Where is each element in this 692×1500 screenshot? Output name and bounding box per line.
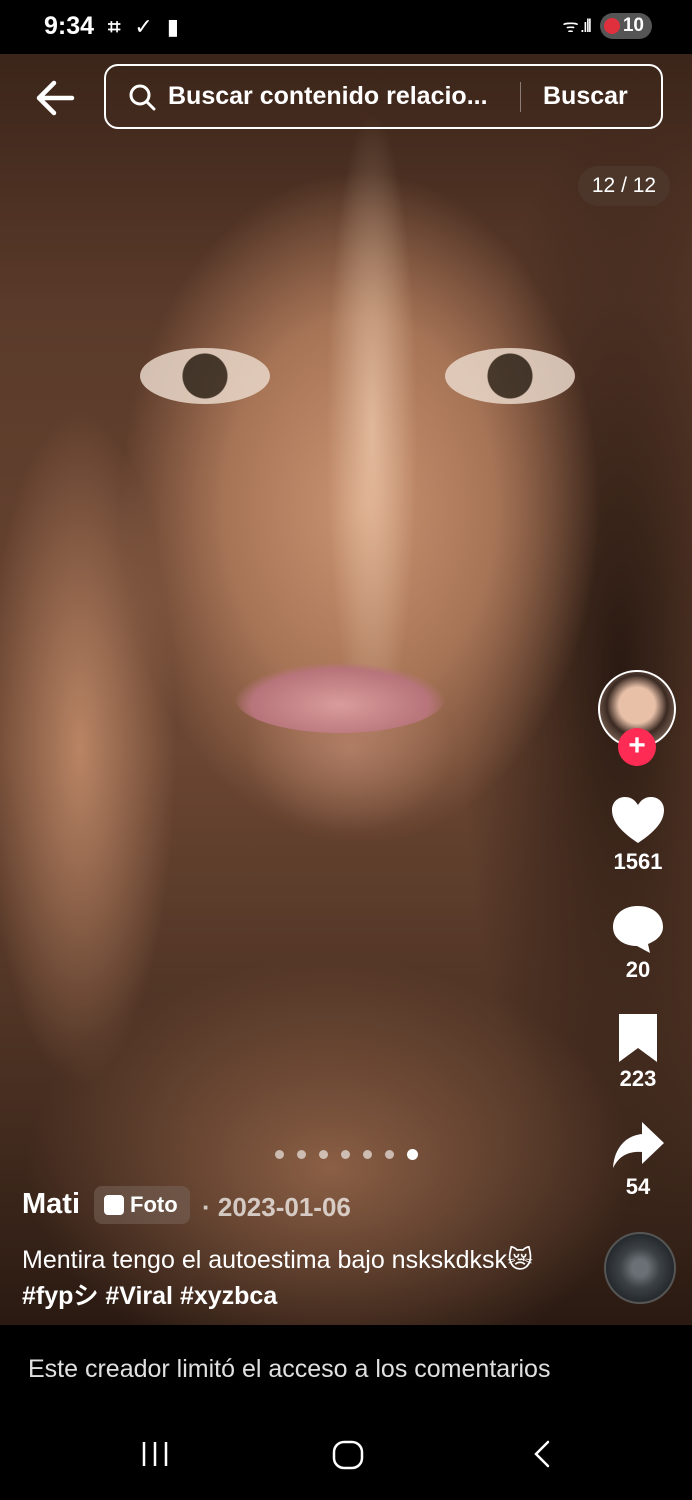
author-name[interactable]: Mati: [22, 1188, 80, 1221]
share-button[interactable]: 54: [600, 1120, 676, 1200]
caption-text: Mentira tengo el autoestima bajo nskskdk…: [22, 1246, 534, 1274]
caption-hashtags[interactable]: #fypシ #Viral #xyzbca: [22, 1282, 277, 1310]
wifi-signal-icon: ᯤ .ıll: [562, 16, 591, 36]
photo-detail: [235, 663, 445, 733]
share-count: 54: [625, 1174, 651, 1199]
carousel-dot: [341, 1150, 350, 1159]
photo-type-label: Foto: [130, 1192, 178, 1217]
heart-icon: [612, 797, 664, 843]
post-photo[interactable]: [0, 48, 692, 1325]
carousel-dot: [319, 1150, 328, 1159]
photo-type-badge: Foto: [94, 1186, 190, 1224]
save-button[interactable]: 223: [600, 1012, 676, 1092]
carousel-dot: [407, 1149, 418, 1160]
search-icon: [129, 84, 156, 110]
status-system-icons: ᯤ .ıll 10: [562, 13, 652, 39]
share-icon: [613, 1122, 664, 1168]
post-caption[interactable]: Mentira tengo el autoestima bajo nskskdk…: [22, 1242, 582, 1314]
post-date: · 2023-01-06: [202, 1192, 351, 1222]
status-bar: 9:34 ⌗ ✓ ▮ ᯤ .ıll 10: [0, 0, 692, 54]
photo-detail: [140, 348, 270, 404]
carousel-indicator: [275, 1149, 418, 1160]
photo-detail: [445, 348, 575, 404]
battery-saver-icon: [603, 18, 620, 34]
photo-counter: 12 / 12: [578, 166, 670, 206]
home-icon[interactable]: [332, 1439, 364, 1471]
follow-button[interactable]: +: [618, 728, 656, 766]
status-notification-icons: ⌗ ✓ ▮: [108, 14, 179, 40]
carousel-dot: [385, 1150, 394, 1159]
sound-disc[interactable]: [604, 1232, 676, 1304]
like-count: 1561: [613, 849, 663, 874]
recents-icon[interactable]: [140, 1439, 170, 1469]
back-nav-icon[interactable]: [530, 1439, 554, 1469]
screenshot-icon: ⌗: [108, 14, 121, 39]
status-time: 9:34: [44, 12, 95, 40]
carousel-dot: [275, 1150, 284, 1159]
check-icon: ✓: [134, 14, 153, 39]
carousel-dot: [297, 1150, 306, 1159]
comments-restricted-notice: Este creador limitó el acceso a los come…: [28, 1355, 551, 1383]
photo-mode-icon: [104, 1195, 124, 1215]
back-arrow-icon[interactable]: [34, 78, 78, 118]
bookmark-icon: [619, 1014, 657, 1062]
battery-level: 10: [622, 15, 644, 36]
like-button[interactable]: 1561: [600, 795, 676, 875]
search-bar[interactable]: Buscar contenido relacio... Buscar: [104, 64, 663, 129]
comment-button[interactable]: 20: [600, 903, 676, 983]
search-divider: [520, 81, 521, 112]
save-count: 223: [619, 1066, 657, 1091]
system-nav-bar: [0, 1411, 692, 1500]
search-input[interactable]: Buscar contenido relacio...: [168, 82, 508, 111]
comment-count: 20: [625, 957, 651, 982]
alert-icon: ▮: [166, 14, 179, 39]
comment-bar: Este creador limitó el acceso a los come…: [0, 1325, 692, 1411]
battery-indicator: 10: [599, 13, 652, 39]
search-button[interactable]: Buscar: [543, 82, 628, 111]
comment-icon: [613, 906, 663, 953]
carousel-dot: [363, 1150, 372, 1159]
